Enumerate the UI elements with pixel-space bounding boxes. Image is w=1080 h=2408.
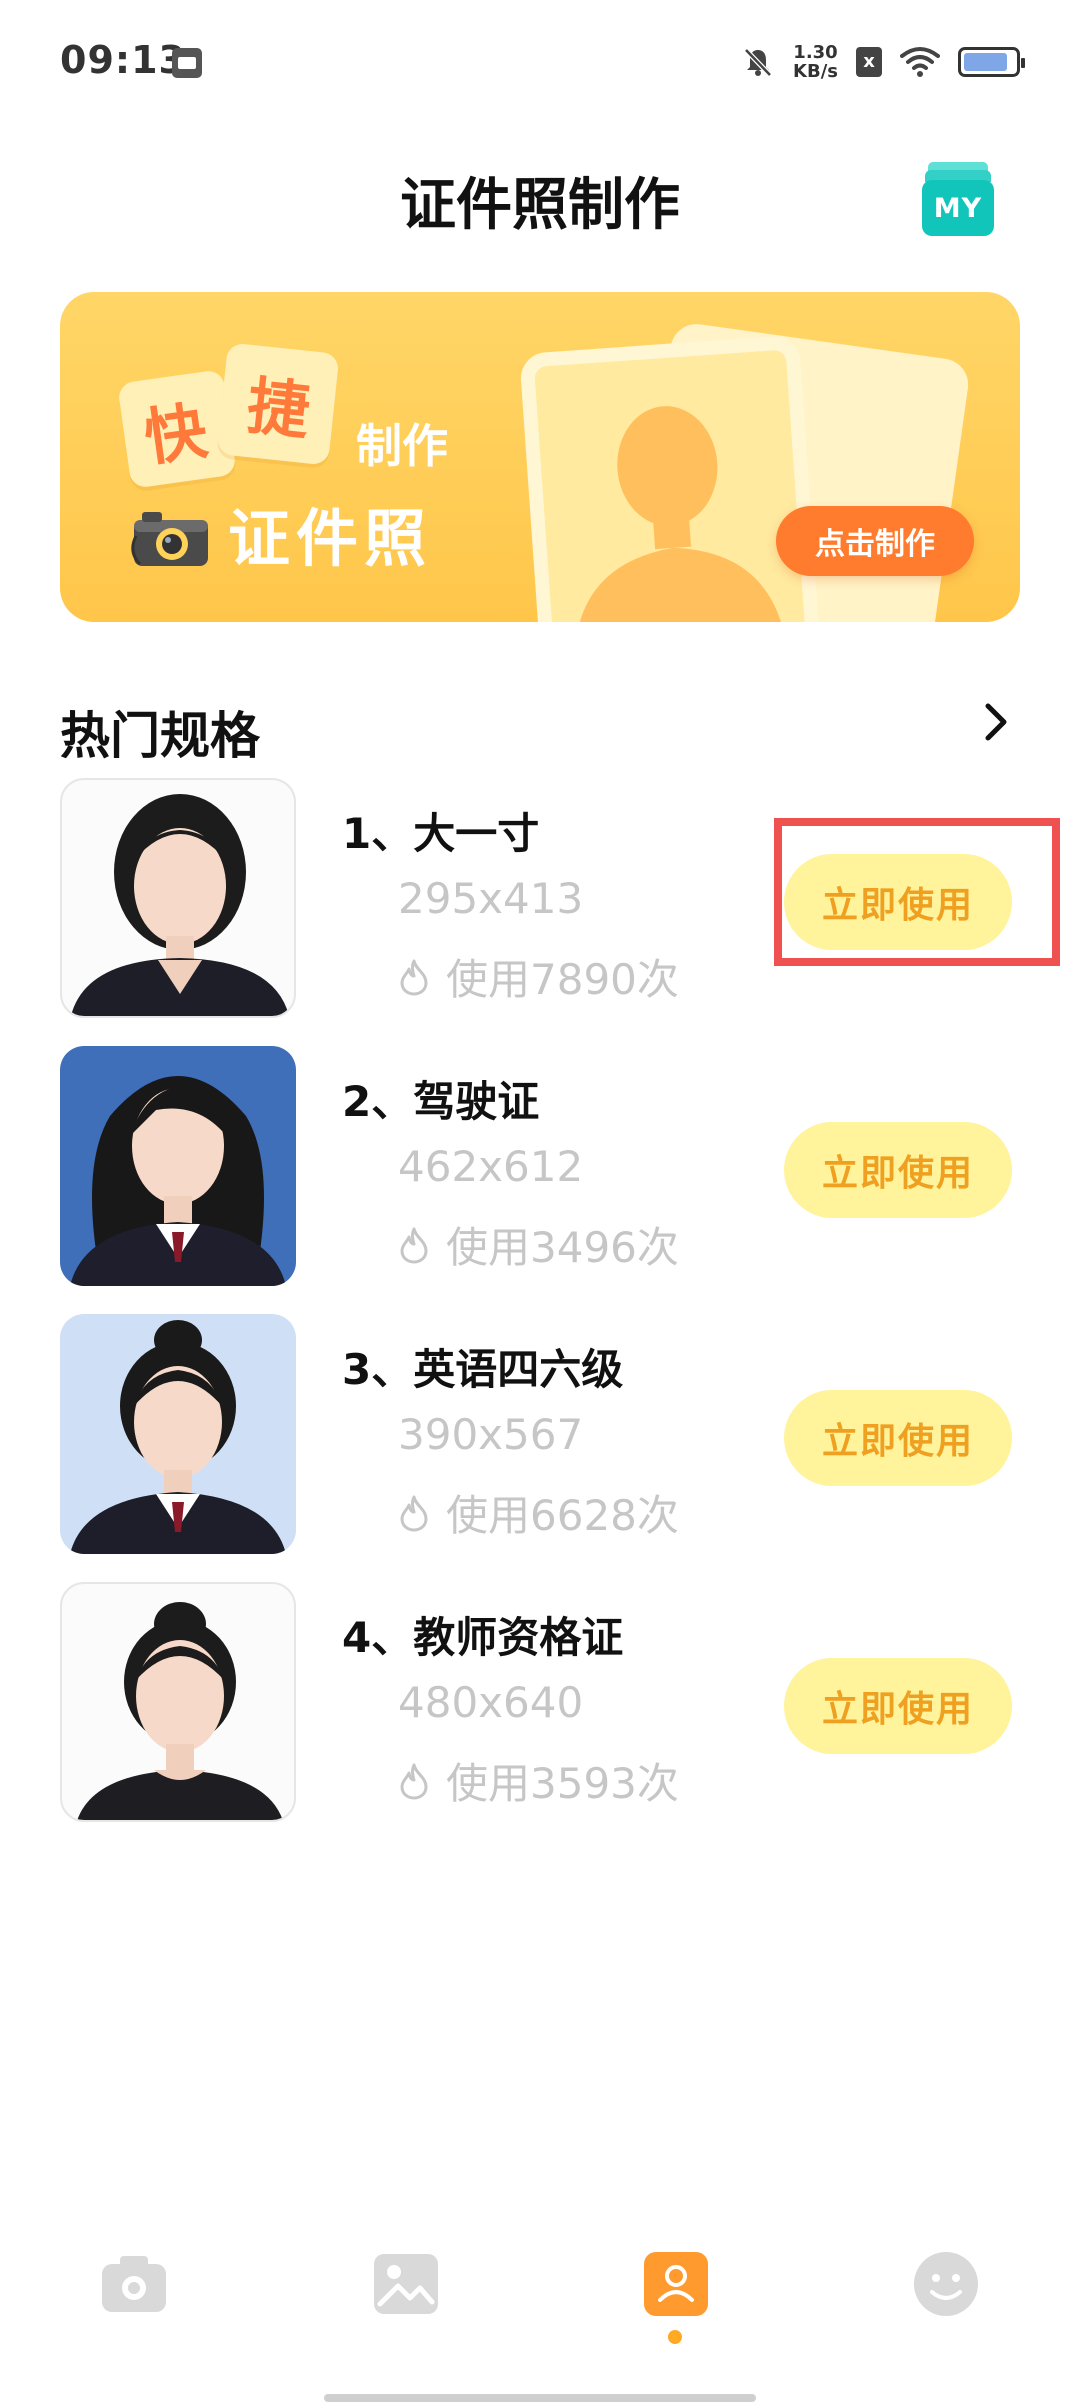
home-indicator[interactable] <box>324 2394 756 2402</box>
sim-off-icon: x <box>856 47 882 77</box>
status-bar: 09:13 1.30 KB/s x <box>0 0 1080 120</box>
my-button[interactable]: MY <box>922 162 994 236</box>
banner-make-text: 制作 <box>356 419 448 473</box>
spec-name: 1、大一寸 <box>342 809 540 858</box>
flame-icon <box>400 959 428 995</box>
highlight-box <box>774 818 1060 966</box>
use-now-button[interactable]: 立即使用 <box>784 1390 1012 1486</box>
flame-icon <box>400 1495 428 1531</box>
flame-icon <box>400 1227 428 1263</box>
notification-app-icon <box>172 48 202 78</box>
wifi-icon <box>900 47 940 77</box>
spec-photo <box>60 1582 296 1822</box>
smiley-icon[interactable] <box>912 2250 980 2318</box>
spec-photo <box>60 778 296 1018</box>
camera-icon <box>131 512 208 566</box>
list-item[interactable]: 3、英语四六级 390x567 使用6628次 立即使用 <box>60 1314 1020 1554</box>
make-now-button[interactable]: 点击制作 <box>776 506 974 576</box>
portrait-image <box>70 1320 286 1554</box>
spec-name: 4、教师资格证 <box>342 1613 624 1662</box>
banner-title: 证件照 <box>228 502 433 575</box>
spec-name: 2、驾驶证 <box>342 1077 540 1126</box>
chevron-right-icon[interactable] <box>974 700 1018 744</box>
list-item[interactable]: 2、驾驶证 462x612 使用3496次 立即使用 <box>60 1046 1020 1286</box>
portrait-image <box>70 1076 286 1286</box>
bell-muted-icon <box>744 48 772 77</box>
id-card-front <box>519 334 821 622</box>
network-speed: 1.30 KB/s <box>793 43 838 81</box>
spec-photo <box>60 1046 296 1286</box>
active-tab-indicator <box>668 2330 682 2344</box>
network-speed-unit: KB/s <box>793 61 838 82</box>
use-now-button[interactable]: 立即使用 <box>784 1122 1012 1218</box>
gallery-icon[interactable] <box>372 2250 440 2318</box>
spec-usage: 使用3496次 <box>398 1214 679 1275</box>
battery-icon <box>958 47 1025 77</box>
person-silhouette-icon <box>574 406 786 622</box>
list-item[interactable]: 4、教师资格证 480x640 使用3593次 立即使用 <box>60 1582 1020 1822</box>
portrait-image <box>71 794 289 1016</box>
spec-usage: 使用3593次 <box>398 1750 679 1811</box>
page-title: 证件照制作 <box>400 173 680 238</box>
usage-count: 使用3593次 <box>446 1759 679 1808</box>
flame-icon <box>400 1763 428 1799</box>
my-label: MY <box>922 180 994 236</box>
banner-char-fast: 捷 <box>243 368 314 449</box>
spec-photo <box>60 1314 296 1554</box>
status-time: 09:13 <box>60 38 186 82</box>
id-photo-icon[interactable] <box>642 2250 710 2318</box>
section-title: 热门规格 <box>60 707 260 765</box>
spec-size: 295x413 <box>398 874 584 923</box>
spec-name: 3、英语四六级 <box>342 1345 624 1394</box>
banner-char-quick: 快 <box>139 393 212 475</box>
spec-size: 462x612 <box>398 1142 584 1191</box>
portrait-image <box>77 1602 283 1820</box>
spec-usage: 使用6628次 <box>398 1482 679 1543</box>
bottom-nav <box>0 2226 1080 2346</box>
battery-level <box>964 53 1007 71</box>
spec-size: 480x640 <box>398 1678 584 1727</box>
spec-size: 390x567 <box>398 1410 584 1459</box>
usage-count: 使用7890次 <box>446 955 679 1004</box>
usage-count: 使用3496次 <box>446 1223 679 1272</box>
promo-banner[interactable]: 快 捷 制作 证件照 点击制作 <box>60 292 1020 622</box>
use-now-button[interactable]: 立即使用 <box>784 1658 1012 1754</box>
spec-usage: 使用7890次 <box>398 946 679 1007</box>
status-icons: 1.30 KB/s x <box>741 40 1025 84</box>
camera-icon[interactable] <box>100 2250 168 2318</box>
usage-count: 使用6628次 <box>446 1491 679 1540</box>
network-speed-value: 1.30 <box>793 42 838 63</box>
